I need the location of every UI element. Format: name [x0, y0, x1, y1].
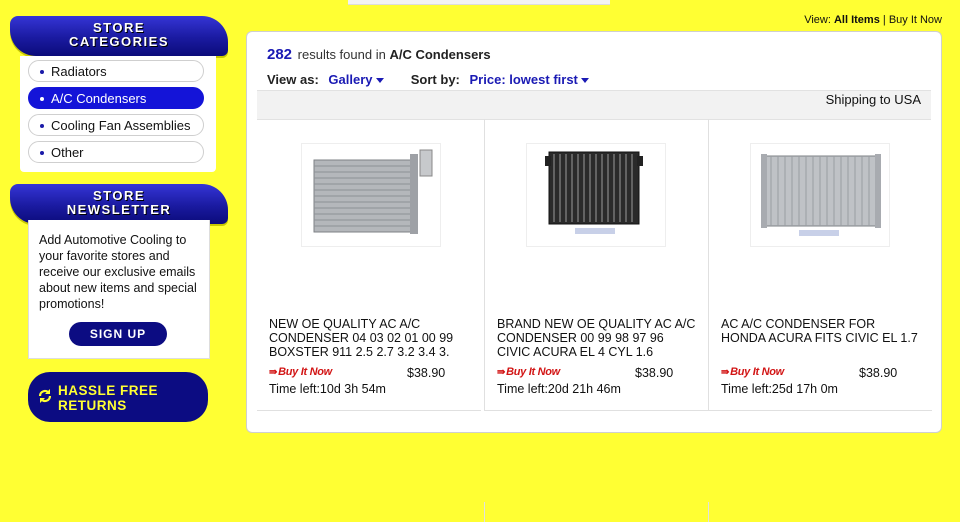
- view-prefix: View:: [804, 14, 831, 26]
- row-divider: [484, 502, 485, 522]
- results-panel: 282 results found in A/C Condensers View…: [246, 31, 942, 522]
- refresh-arrows-icon: [38, 389, 52, 403]
- results-category: A/C Condensers: [389, 47, 491, 62]
- category-label: Cooling Fan Assemblies: [51, 118, 191, 133]
- banner-line: NEWSLETTER: [66, 202, 172, 217]
- buy-it-now-badge: ⇛Buy It Now: [721, 366, 784, 378]
- buy-it-now-label: Buy It Now: [506, 366, 560, 378]
- buy-it-now-badge: ⇛Buy It Now: [497, 366, 560, 378]
- view-separator: |: [882, 14, 886, 26]
- listing-time-left: Time left:25d 17h 0m: [721, 382, 838, 396]
- store-newsletter-banner: STORE NEWSLETTER: [10, 184, 228, 224]
- newsletter-text: Add Automotive Cooling to your favorite …: [39, 233, 197, 311]
- condenser-image-icon: [302, 144, 440, 246]
- condenser-image-icon: [527, 144, 665, 246]
- listing-price: $38.90: [407, 366, 446, 380]
- caret-down-icon: [580, 78, 589, 84]
- buy-it-now-label: Buy It Now: [730, 366, 784, 378]
- listing-card: BRAND NEW OE QUALITY AC A/C CONDENSER 00…: [484, 119, 708, 411]
- shipping-row: Shipping to USA: [257, 90, 931, 120]
- category-cooling-fan-assemblies[interactable]: Cooling Fan Assemblies: [28, 114, 204, 136]
- bullet-icon: [40, 96, 44, 101]
- listing-time-left: Time left:10d 3h 54m: [269, 382, 386, 396]
- bullet-icon: [40, 69, 44, 74]
- banner-line: STORE: [92, 20, 146, 35]
- buy-it-now-icon: ⇛: [721, 367, 730, 378]
- buy-it-now-icon: ⇛: [269, 367, 278, 378]
- buy-it-now-icon: ⇛: [497, 367, 506, 378]
- listing-title-link[interactable]: AC A/C CONDENSER FOR HONDA ACURA FITS CI…: [721, 317, 921, 345]
- shipping-destination[interactable]: Shipping to USA: [826, 92, 921, 107]
- buy-it-now-label: Buy It Now: [278, 366, 332, 378]
- bullet-icon: [40, 123, 44, 128]
- listing-grid: NEW OE QUALITY AC A/C CONDENSER 04 03 02…: [257, 119, 932, 522]
- view-filter-links: View: All Items | Buy It Now: [804, 14, 942, 26]
- listing-title-link[interactable]: BRAND NEW OE QUALITY AC A/C CONDENSER 00…: [497, 317, 697, 359]
- category-label: Radiators: [51, 64, 107, 79]
- sign-up-button[interactable]: SIGN UP: [69, 322, 167, 346]
- results-summary: 282 results found in A/C Condensers: [267, 46, 491, 63]
- condenser-image-icon: [751, 144, 889, 246]
- view-as-dropdown[interactable]: Gallery: [328, 72, 384, 87]
- top-bar: [348, 0, 610, 5]
- listing-title-link[interactable]: NEW OE QUALITY AC A/C CONDENSER 04 03 02…: [269, 317, 469, 359]
- view-sort-controls: View as: Gallery Sort by: Price: lowest …: [267, 72, 589, 87]
- newsletter-box: Add Automotive Cooling to your favorite …: [28, 220, 210, 359]
- sort-by-label: Sort by:: [410, 72, 460, 87]
- hassle-free-returns-badge[interactable]: HASSLE FREE RETURNS: [28, 372, 208, 422]
- bullet-icon: [40, 150, 44, 155]
- results-count: 282: [267, 46, 293, 63]
- category-other[interactable]: Other: [28, 141, 204, 163]
- sort-by-value: Price: lowest first: [469, 72, 578, 87]
- listing-card: AC A/C CONDENSER FOR HONDA ACURA FITS CI…: [708, 119, 932, 411]
- view-all-items[interactable]: All Items: [834, 14, 880, 26]
- results-text: results found in: [297, 47, 386, 62]
- listing-price: $38.90: [859, 366, 898, 380]
- buy-it-now-badge: ⇛Buy It Now: [269, 366, 332, 378]
- listing-card: NEW OE QUALITY AC A/C CONDENSER 04 03 02…: [257, 119, 481, 411]
- view-buy-it-now-link[interactable]: Buy It Now: [889, 14, 942, 26]
- listing-image[interactable]: [526, 143, 666, 247]
- listing-image[interactable]: [301, 143, 441, 247]
- category-label: Other: [51, 145, 84, 160]
- category-label: A/C Condensers: [51, 91, 147, 106]
- view-as-label: View as:: [267, 72, 319, 87]
- hassle-line: HASSLE FREE: [58, 383, 159, 398]
- banner-line: STORE: [92, 188, 146, 203]
- view-as-value: Gallery: [328, 72, 373, 87]
- sort-by-dropdown[interactable]: Price: lowest first: [470, 72, 589, 87]
- listing-image[interactable]: [750, 143, 890, 247]
- category-radiators[interactable]: Radiators: [28, 60, 204, 82]
- listing-time-left: Time left:20d 21h 46m: [497, 382, 621, 396]
- banner-line: CATEGORIES: [69, 34, 169, 49]
- category-list: Radiators A/C Condensers Cooling Fan Ass…: [20, 56, 216, 172]
- sidebar: STORE CATEGORIES Radiators A/C Condenser…: [0, 0, 240, 426]
- listing-price: $38.90: [635, 366, 674, 380]
- caret-down-icon: [375, 78, 384, 84]
- hassle-line: RETURNS: [58, 398, 127, 413]
- store-categories-banner: STORE CATEGORIES: [10, 16, 228, 56]
- category-ac-condensers[interactable]: A/C Condensers: [28, 87, 204, 109]
- row-divider: [708, 502, 709, 522]
